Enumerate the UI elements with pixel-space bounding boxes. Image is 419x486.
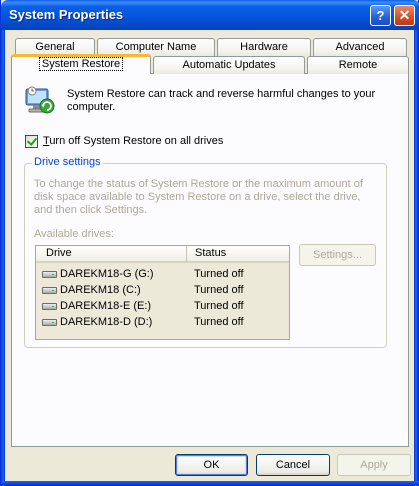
- tab-label: Hardware: [240, 41, 288, 53]
- tab-label: Remote: [338, 59, 378, 71]
- drive-status: Turned off: [194, 268, 244, 280]
- drive-icon: [42, 303, 57, 310]
- tab-label: Computer Name: [115, 41, 197, 53]
- title-bar[interactable]: System Properties ? ✕: [1, 0, 419, 30]
- system-properties-window: System Properties ? ✕ General Computer N…: [0, 0, 419, 486]
- drive-icon: [42, 271, 57, 278]
- tab-remote[interactable]: Remote: [307, 56, 409, 74]
- tab-hardware[interactable]: Hardware: [217, 38, 311, 56]
- list-item[interactable]: DAREKM18-G (G:) Turned off: [36, 266, 289, 282]
- settings-button[interactable]: Settings...: [299, 244, 376, 266]
- ok-button[interactable]: OK: [175, 454, 248, 476]
- drives-list[interactable]: Drive Status DAREKM18-G (G:) Turned off …: [35, 245, 290, 340]
- system-restore-icon: [25, 86, 55, 114]
- apply-button[interactable]: Apply: [337, 454, 411, 476]
- drive-settings-description: To change the status of System Restore o…: [34, 178, 363, 216]
- drive-name: DAREKM18-E (E:): [60, 300, 152, 312]
- window-title: System Properties: [9, 7, 124, 22]
- drive-status: Turned off: [194, 316, 244, 328]
- list-item[interactable]: DAREKM18 (C:) Turned off: [36, 282, 289, 298]
- cancel-button[interactable]: Cancel: [256, 454, 330, 476]
- drive-status: Turned off: [194, 284, 244, 296]
- drive-icon: [42, 287, 57, 294]
- tab-label: Advanced: [335, 41, 385, 53]
- drive-name: DAREKM18-G (G:): [60, 268, 154, 280]
- drive-icon: [42, 319, 57, 326]
- tab-label: System Restore: [38, 57, 124, 71]
- drive-status: Turned off: [194, 300, 244, 312]
- tab-advanced[interactable]: Advanced: [313, 38, 407, 56]
- drive-name: DAREKM18 (C:): [60, 284, 141, 296]
- column-header-drive[interactable]: Drive: [36, 246, 187, 263]
- close-icon[interactable]: ✕: [394, 5, 415, 26]
- checkbox-label-text: urn off System Restore on all drives: [49, 135, 224, 147]
- info-text: System Restore can track and reverse har…: [67, 88, 376, 113]
- turn-off-system-restore-checkbox[interactable]: [25, 135, 38, 148]
- window-border-left: [1, 30, 5, 486]
- available-drives-label: Available drives:: [34, 228, 114, 240]
- drive-name: DAREKM18-D (D:): [60, 316, 153, 328]
- tab-label: Automatic Updates: [182, 59, 276, 71]
- window-border-bottom: [1, 481, 419, 485]
- list-item[interactable]: DAREKM18-D (D:) Turned off: [36, 314, 289, 330]
- turn-off-system-restore-label[interactable]: Turn off System Restore on all drives: [43, 135, 223, 147]
- window-border-right: [414, 30, 418, 486]
- drive-settings-title: Drive settings: [32, 156, 103, 168]
- tab-automatic-updates[interactable]: Automatic Updates: [153, 56, 305, 74]
- column-header-status[interactable]: Status: [187, 246, 289, 263]
- tab-system-restore[interactable]: System Restore: [11, 54, 151, 74]
- list-item[interactable]: DAREKM18-E (E:) Turned off: [36, 298, 289, 314]
- tab-label: General: [35, 41, 75, 53]
- help-icon[interactable]: ?: [370, 5, 391, 26]
